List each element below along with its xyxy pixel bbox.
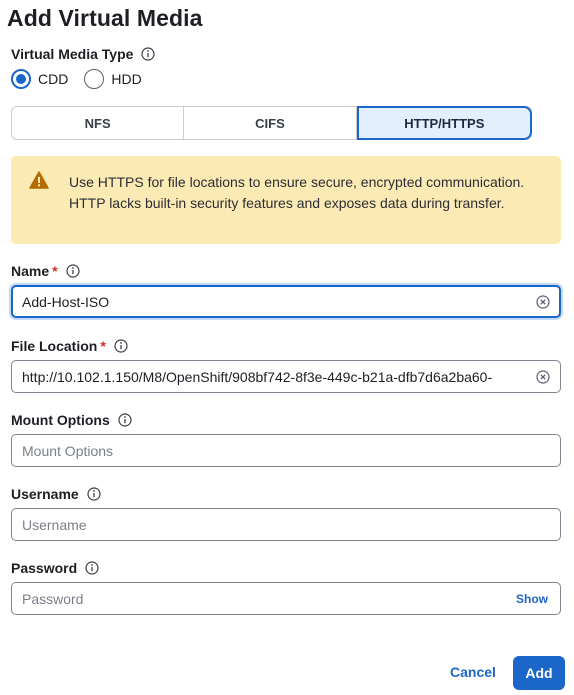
https-warning-alert: Use HTTPS for file locations to ensure s…	[11, 156, 561, 244]
radio-cdd[interactable]: CDD	[11, 69, 68, 89]
username-label: Username	[11, 486, 79, 502]
media-type-label-row: Virtual Media Type	[11, 46, 156, 62]
tab-nfs[interactable]: NFS	[12, 107, 185, 139]
radio-cdd-circle[interactable]	[11, 69, 31, 89]
mount-options-field[interactable]: Mount Options	[11, 434, 561, 467]
clear-icon[interactable]	[536, 294, 550, 309]
cancel-button[interactable]: Cancel	[450, 664, 496, 680]
name-label: Name	[11, 263, 50, 279]
info-icon[interactable]	[118, 413, 132, 427]
add-button[interactable]: Add	[513, 656, 565, 690]
username-label-row: Username	[11, 486, 101, 502]
mount-options-label-row: Mount Options	[11, 412, 132, 428]
radio-hdd-circle[interactable]	[84, 69, 105, 89]
radio-cdd-label: CDD	[38, 71, 69, 87]
mount-options-placeholder[interactable]: Mount Options	[22, 443, 550, 459]
password-label-row: Password	[11, 560, 99, 576]
tab-http-https[interactable]: HTTP/HTTPS	[356, 106, 532, 140]
password-field[interactable]: Password Show	[11, 582, 561, 615]
password-placeholder[interactable]: Password	[22, 591, 516, 607]
info-icon[interactable]	[87, 487, 101, 501]
tab-cifs[interactable]: CIFS	[184, 107, 357, 139]
info-icon[interactable]	[141, 47, 156, 61]
name-input-value[interactable]: Add-Host-ISO	[22, 294, 532, 310]
radio-hdd-label: HDD	[111, 71, 142, 87]
alert-message: Use HTTPS for file locations to ensure s…	[69, 174, 525, 211]
warning-icon	[29, 171, 49, 189]
file-location-label-row: File Location *	[11, 338, 128, 354]
info-icon[interactable]	[114, 339, 128, 353]
clear-icon[interactable]	[536, 369, 550, 384]
mount-options-label: Mount Options	[11, 412, 110, 428]
file-location-input-value[interactable]: http://10.102.1.150/M8/OpenShift/908bf74…	[22, 369, 532, 385]
radio-hdd[interactable]: HDD	[84, 69, 142, 89]
show-password-button[interactable]: Show	[516, 592, 548, 606]
protocol-segmented-control: NFS CIFS HTTP/HTTPS	[11, 106, 532, 140]
required-marker: *	[52, 263, 58, 279]
media-type-radio-group: CDD HDD	[11, 69, 158, 89]
name-field[interactable]: Add-Host-ISO	[11, 285, 561, 318]
info-icon[interactable]	[65, 264, 80, 278]
name-label-row: Name *	[11, 263, 80, 279]
required-marker: *	[100, 338, 106, 354]
page-title: Add Virtual Media	[7, 5, 203, 31]
username-field[interactable]: Username	[11, 508, 561, 541]
file-location-label: File Location	[11, 338, 98, 354]
media-type-label: Virtual Media Type	[11, 46, 134, 62]
info-icon[interactable]	[85, 561, 99, 575]
username-placeholder[interactable]: Username	[22, 517, 550, 533]
file-location-field[interactable]: http://10.102.1.150/M8/OpenShift/908bf74…	[11, 360, 561, 393]
password-label: Password	[11, 560, 78, 576]
